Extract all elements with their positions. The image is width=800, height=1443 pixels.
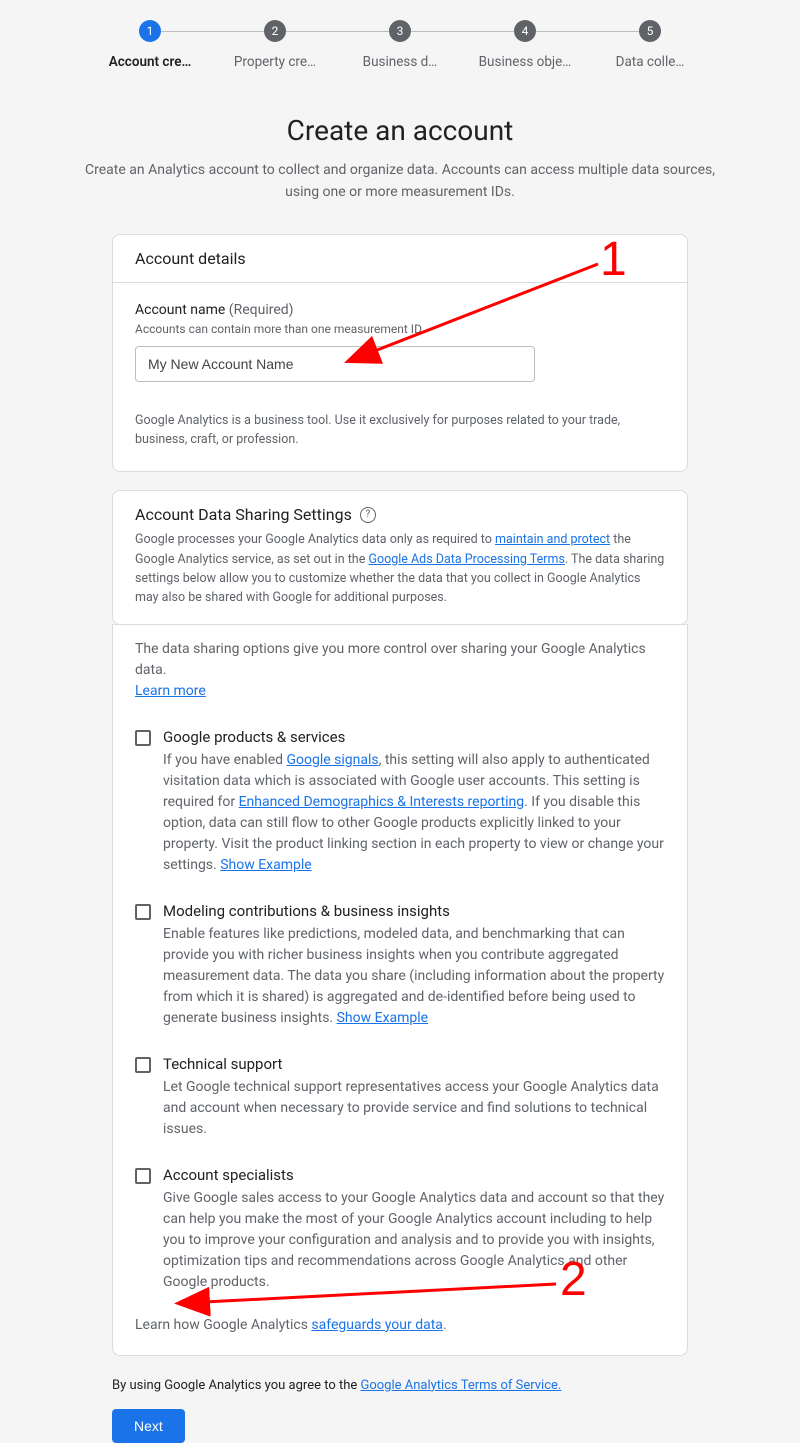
terms-text: By using Google Analytics you agree to t… [112,1378,688,1393]
processing-terms-link[interactable]: Google Ads Data Processing Terms [368,552,564,567]
step-circle: 3 [389,20,411,42]
options-intro: The data sharing options give you more c… [135,639,665,702]
step-3[interactable]: 3 Business d… [338,20,463,70]
page-subheading: Create an Analytics account to collect a… [0,159,800,204]
option-title: Technical support [163,1055,665,1073]
step-label: Data colle… [616,54,685,70]
option-0: Google products & services If you have en… [135,728,665,876]
option-1: Modeling contributions & business insigh… [135,902,665,1029]
option-title: Account specialists [163,1166,665,1184]
step-circle: 1 [139,20,161,42]
option-2: Technical support Let Google technical su… [135,1055,665,1140]
step-5[interactable]: 5 Data colle… [588,20,713,70]
step-label: Property cre… [234,54,316,70]
show-example-link[interactable]: Show Example [220,857,312,873]
demographics-link[interactable]: Enhanced Demographics & Interests report… [239,794,525,810]
option-checkbox[interactable] [135,904,151,920]
safeguards-text: Learn how Google Analytics safeguards yo… [135,1317,665,1333]
data-sharing-description: Google processes your Google Analytics d… [113,524,687,624]
stepper: 1 Account cre… 2 Property cre… 3 Business d… 4… [0,0,800,70]
sharing-options-card: The data sharing options give you more c… [112,624,688,1356]
data-sharing-card: Account Data Sharing Settings ? Google p… [112,490,688,625]
show-example-link[interactable]: Show Example [337,1010,429,1026]
option-title: Google products & services [163,728,665,746]
step-1[interactable]: 1 Account cre… [88,20,213,70]
terms-link[interactable]: Google Analytics Terms of Service. [361,1378,562,1393]
step-2[interactable]: 2 Property cre… [213,20,338,70]
account-name-input[interactable] [135,346,535,382]
step-4[interactable]: 4 Business obje… [463,20,588,70]
google-signals-link[interactable]: Google signals [286,752,378,768]
option-description: If you have enabled Google signals, this… [163,750,665,876]
option-description: Give Google sales access to your Google … [163,1188,665,1293]
option-checkbox[interactable] [135,1168,151,1184]
step-circle: 5 [639,20,661,42]
maintain-protect-link[interactable]: maintain and protect [495,532,610,547]
annotation-number-1: 1 [600,232,627,287]
step-label: Account cre… [109,54,192,70]
option-description: Enable features like predictions, modele… [163,924,665,1029]
option-checkbox[interactable] [135,730,151,746]
learn-more-link[interactable]: Learn more [135,683,206,699]
step-label: Business d… [363,54,438,70]
data-sharing-title: Account Data Sharing Settings ? [113,491,687,524]
account-name-label: Account name [135,302,225,318]
option-description: Let Google technical support representat… [163,1077,665,1140]
step-circle: 4 [514,20,536,42]
option-title: Modeling contributions & business insigh… [163,902,665,920]
account-name-required: (Required) [225,302,293,318]
page-heading: Create an account [0,114,800,147]
account-note: Google Analytics is a business tool. Use… [135,412,665,450]
step-circle: 2 [264,20,286,42]
next-button[interactable]: Next [112,1409,185,1443]
option-checkbox[interactable] [135,1057,151,1073]
annotation-number-2: 2 [560,1252,587,1307]
step-label: Business obje… [479,54,572,70]
safeguards-link[interactable]: safeguards your data [311,1317,443,1333]
account-name-hint: Accounts can contain more than one measu… [135,322,665,336]
help-icon[interactable]: ? [360,507,376,523]
